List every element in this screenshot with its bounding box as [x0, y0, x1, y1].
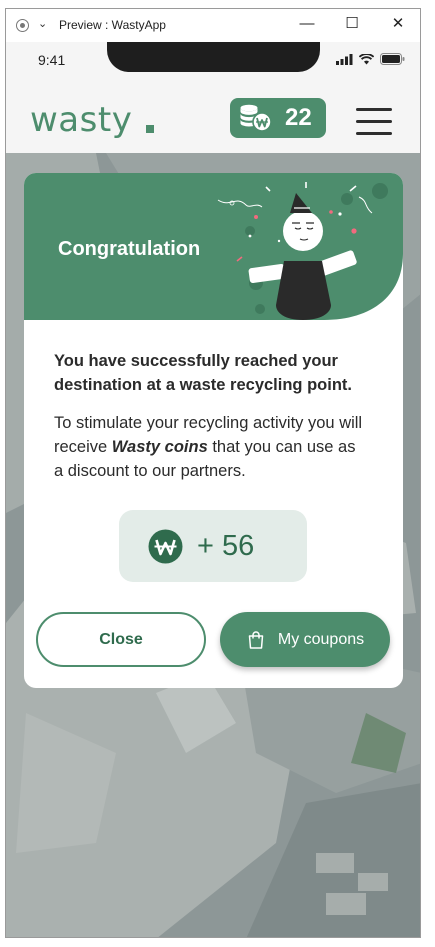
coin-balance: 22: [285, 104, 312, 131]
dialog-title: Congratulation: [58, 238, 201, 260]
reward-amount: + 56: [197, 529, 255, 562]
wasty-logo[interactable]: wasty: [30, 100, 132, 140]
coin-stack-icon: [240, 104, 272, 132]
my-coupons-button[interactable]: My coupons: [220, 612, 390, 667]
hamburger-menu-icon[interactable]: [356, 108, 392, 136]
close-button[interactable]: Close: [36, 612, 206, 667]
signal-icon: [336, 53, 353, 65]
coin-balance-badge[interactable]: 22: [230, 98, 326, 138]
wasty-coins-emphasis: Wasty coins: [111, 438, 208, 456]
status-time: 9:41: [38, 52, 66, 68]
congratulation-dialog: Congratulation You have successfully rea…: [24, 173, 403, 688]
wifi-icon: [359, 53, 374, 64]
coin-icon: [148, 529, 183, 563]
reward-description: To stimulate your recycling activity you…: [54, 411, 364, 483]
window-title: Preview : WastyApp: [59, 18, 166, 32]
window-titlebar: ⌄ Preview : WastyApp — ☐ ✕: [6, 9, 420, 42]
reward-box: + 56: [119, 510, 307, 582]
shopping-bag-icon: [248, 630, 264, 649]
battery-icon: [380, 53, 405, 65]
close-window-button[interactable]: ✕: [383, 13, 413, 37]
minimize-button[interactable]: —: [292, 13, 322, 37]
maximize-button[interactable]: ☐: [337, 13, 367, 37]
success-headline: You have successfully reached your desti…: [54, 352, 352, 394]
app-window: ⌄ Preview : WastyApp — ☐ ✕ 9:41 wasty 22…: [5, 8, 421, 938]
app-header: wasty 22: [6, 86, 420, 153]
phone-status-bar: 9:41: [6, 42, 420, 86]
logo-dot: [146, 125, 154, 133]
chevron-down-icon[interactable]: ⌄: [38, 17, 47, 30]
phone-notch: [107, 42, 320, 72]
status-icons: [336, 53, 405, 65]
my-coupons-label: My coupons: [277, 630, 365, 648]
record-icon[interactable]: [16, 19, 29, 32]
